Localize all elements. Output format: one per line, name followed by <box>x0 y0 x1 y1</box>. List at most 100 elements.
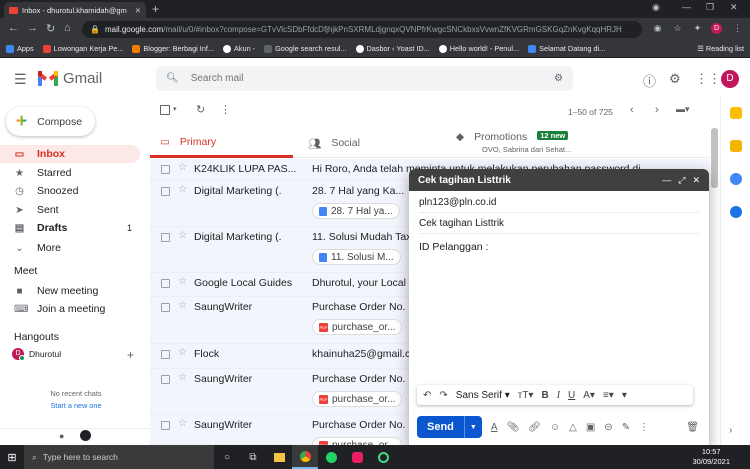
bookmark-item[interactable]: Blogger: Berbagi Inf... <box>132 44 214 53</box>
compose-body[interactable]: ID Pelanggan : <box>419 241 488 253</box>
eye-icon[interactable]: ◉ <box>652 23 663 34</box>
select-all-checkbox[interactable] <box>160 105 170 115</box>
attachment-chip[interactable]: 28. 7 Hal ya... <box>312 203 400 219</box>
close-tab-icon[interactable]: ✕ <box>135 6 141 15</box>
tasks-icon[interactable] <box>730 173 742 185</box>
row-checkbox[interactable] <box>161 303 170 312</box>
mail-list-scrollbar[interactable] <box>711 128 718 188</box>
bookmark-item[interactable]: Google search resul... <box>264 44 347 53</box>
expand-panel-icon[interactable]: › <box>729 425 732 436</box>
address-bar[interactable]: 🔒 mail.google.com/mail/u/0/#inbox?compos… <box>82 21 642 38</box>
person-icon[interactable]: ● <box>59 431 64 441</box>
search-bar[interactable]: 🔍︎ ⚙ <box>156 66 573 91</box>
font-family-select[interactable]: Sans Serif ▾ <box>456 390 510 401</box>
drive-icon[interactable]: △ <box>569 422 577 433</box>
hangouts-quote-icon[interactable] <box>80 430 91 441</box>
underline-icon[interactable]: U <box>568 390 575 401</box>
font-size-icon[interactable]: тT▾ <box>518 390 534 401</box>
formatting-options-icon[interactable]: A <box>491 422 498 433</box>
windows-start-icon[interactable]: ⊞ <box>0 451 24 464</box>
tab-promotions[interactable]: ◆ Promotions 12 new OVO, Sabrina dari Se… <box>456 128 606 158</box>
app-icon[interactable] <box>344 445 370 469</box>
bookmark-item[interactable]: Dasbor ‹ Yoast ID... <box>355 44 430 53</box>
contacts-icon[interactable] <box>730 206 742 218</box>
forward-icon[interactable]: → <box>27 22 38 34</box>
star-icon[interactable]: ☆ <box>178 276 187 287</box>
reload-icon[interactable]: ↻ <box>46 22 55 35</box>
bookmark-item[interactable]: Hello world! - Penul... <box>438 44 519 53</box>
menu-icon[interactable]: ⋮ <box>732 23 743 34</box>
insert-photo-icon[interactable]: ▣ <box>586 422 595 433</box>
back-icon[interactable]: ← <box>8 22 19 34</box>
bookmark-item[interactable]: Akun - <box>223 44 255 53</box>
add-chat-icon[interactable]: + <box>127 348 134 362</box>
help-icon[interactable]: ⓘ <box>643 71 656 90</box>
bookmark-star-icon[interactable]: ☆ <box>672 23 683 34</box>
newer-page-icon[interactable]: ‹ <box>630 104 634 116</box>
attachment-chip[interactable]: PDFpurchase_or... <box>312 319 403 335</box>
close-window-icon[interactable]: ✕ <box>730 2 738 13</box>
bookmark-item[interactable]: Selamat Datang di... <box>528 44 605 53</box>
star-icon[interactable]: ☆ <box>178 372 187 383</box>
star-icon[interactable]: ☆ <box>178 300 187 311</box>
main-menu-icon[interactable]: ☰ <box>14 71 27 88</box>
emoji-icon[interactable]: ☺ <box>550 422 560 433</box>
hangouts-user[interactable]: D Dhurotul <box>12 348 61 361</box>
redo-icon[interactable]: ↷ <box>439 390 447 401</box>
system-clock[interactable]: 10:57 30/09/2021 <box>692 447 750 467</box>
align-icon[interactable]: ≡▾ <box>603 390 614 401</box>
row-checkbox[interactable] <box>161 421 170 430</box>
search-icon[interactable]: 🔍︎ <box>166 73 179 84</box>
more-options-icon[interactable]: ⋮ <box>220 103 231 116</box>
confidential-mode-icon[interactable]: ⊝ <box>604 422 612 433</box>
select-dropdown-icon[interactable]: ▾ <box>173 105 177 113</box>
restore-icon[interactable]: ❐ <box>706 2 714 13</box>
sidebar-item-drafts[interactable]: ▤ Drafts 1 <box>0 219 140 237</box>
browser-tab[interactable]: Inbox - dhurotul.khamidah@gm ✕ <box>4 2 146 18</box>
attachment-chip[interactable]: 11. Solusi M... <box>312 249 401 265</box>
compose-header[interactable]: Cek tagihan Listtrik — ⤢ ✕ <box>409 169 709 191</box>
star-icon[interactable]: ☆ <box>178 230 187 241</box>
more-formatting-icon[interactable]: ▾ <box>622 390 627 401</box>
settings-gear-icon[interactable]: ⚙ <box>669 71 681 87</box>
google-apps-icon[interactable]: ⋮⋮ <box>695 71 721 87</box>
undo-icon[interactable]: ↶ <box>423 390 431 401</box>
older-page-icon[interactable]: › <box>655 104 659 116</box>
to-field[interactable]: pln123@pln.co.id <box>419 192 699 213</box>
bookmark-item[interactable]: Apps <box>6 44 34 53</box>
discard-draft-icon[interactable]: 🗑︎ <box>686 422 699 433</box>
minimize-icon[interactable]: — <box>682 2 691 12</box>
more-options-icon[interactable]: ⋮ <box>639 422 649 433</box>
profile-avatar[interactable]: D <box>711 23 722 34</box>
reading-list-button[interactable]: ☰ Reading list <box>697 44 744 53</box>
whatsapp-icon[interactable] <box>318 445 344 469</box>
extensions-icon[interactable]: ✦ <box>692 23 703 34</box>
calendar-icon[interactable] <box>730 107 742 119</box>
join-meeting-button[interactable]: ⌨ Join a meeting <box>0 300 140 318</box>
app-icon[interactable] <box>370 445 396 469</box>
start-new-chat-link[interactable]: Start a new one <box>50 401 101 410</box>
sidebar-item-snoozed[interactable]: ◷ Snoozed <box>0 182 140 200</box>
chrome-icon[interactable] <box>292 445 318 469</box>
new-tab-button[interactable]: + <box>152 2 159 16</box>
refresh-icon[interactable]: ↻ <box>196 103 205 116</box>
new-meeting-button[interactable]: ■ New meeting <box>0 282 140 300</box>
star-icon[interactable]: ☆ <box>178 418 187 429</box>
cortana-icon[interactable]: ○ <box>214 445 240 469</box>
sidebar-item-inbox[interactable]: ▭ Inbox <box>0 145 140 163</box>
task-view-icon[interactable]: ⧉ <box>240 445 266 469</box>
star-icon[interactable]: ☆ <box>178 162 187 173</box>
tab-social[interactable]: 👥︎ Social <box>308 128 448 158</box>
attach-file-icon[interactable]: 📎︎ <box>507 422 520 433</box>
sidebar-item-more[interactable]: ⌄ More <box>0 239 140 257</box>
compose-button[interactable]: + Compose <box>6 107 95 136</box>
split-pane-icon[interactable]: ▬▾ <box>676 104 690 115</box>
keep-icon[interactable] <box>730 140 742 152</box>
row-checkbox[interactable] <box>161 279 170 288</box>
tab-primary[interactable]: ▭ Primary <box>150 128 293 158</box>
bold-icon[interactable]: B <box>541 390 548 401</box>
row-checkbox[interactable] <box>161 165 170 174</box>
taskbar-search[interactable]: ⌕ Type here to search <box>24 445 214 469</box>
search-options-icon[interactable]: ⚙ <box>554 73 563 84</box>
minimize-compose-icon[interactable]: — <box>662 175 671 186</box>
